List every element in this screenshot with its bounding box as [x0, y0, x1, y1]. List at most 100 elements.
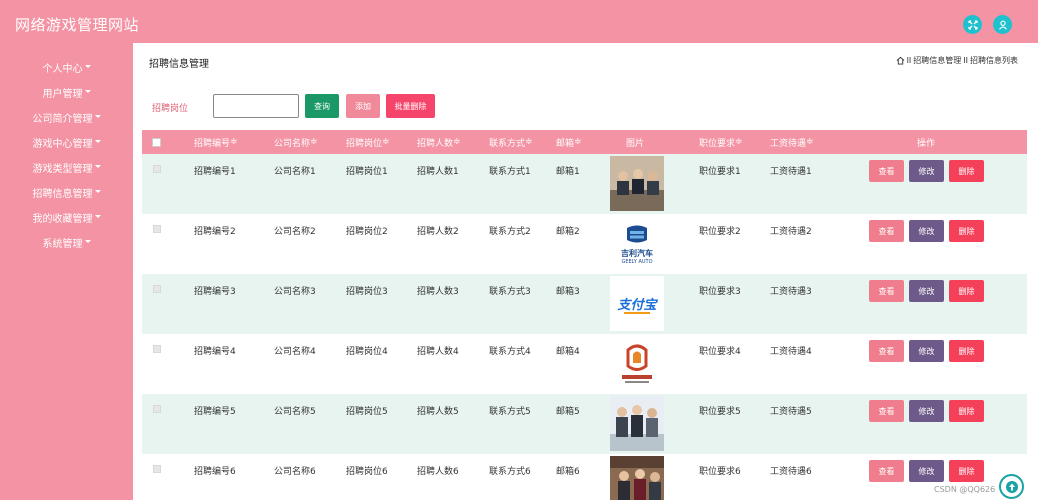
column-header[interactable]: 公司名称 ≑: [274, 130, 318, 154]
cell-salary: 工资待遇3: [770, 287, 812, 297]
column-header[interactable]: 招聘编号 ≑: [194, 130, 238, 154]
cell-company: 公司名称6: [274, 467, 316, 477]
column-header[interactable]: 邮箱 ≑: [556, 130, 582, 154]
cell-contact: 联系方式2: [489, 227, 531, 237]
cell-position: 招聘岗位4: [346, 347, 388, 357]
breadcrumb-item[interactable]: 招聘信息管理: [913, 55, 961, 66]
cell-count: 招聘人数5: [417, 407, 459, 417]
view-button[interactable]: 查看: [869, 220, 904, 242]
sidebar-item-system[interactable]: 系统管理: [0, 232, 133, 252]
cell-salary: 工资待遇5: [770, 407, 812, 417]
view-button[interactable]: 查看: [869, 280, 904, 302]
breadcrumb: II 招聘信息管理 II 招聘信息列表: [896, 55, 1018, 66]
cell-company: 公司名称3: [274, 287, 316, 297]
fullscreen-icon[interactable]: [963, 15, 982, 34]
sidebar-item-game-type[interactable]: 游戏类型管理: [0, 157, 133, 177]
sidebar-item-company-profile[interactable]: 公司简介管理: [0, 107, 133, 127]
column-header: 操作: [917, 138, 936, 149]
cell-company: 公司名称5: [274, 407, 316, 417]
edit-button[interactable]: 修改: [909, 280, 944, 302]
user-icon[interactable]: [993, 15, 1012, 34]
cell-contact: 联系方式5: [489, 407, 531, 417]
cell-id: 招聘编号2: [194, 227, 236, 237]
cell-email: 邮箱6: [556, 467, 580, 477]
select-all-checkbox[interactable]: [152, 130, 161, 154]
view-button[interactable]: 查看: [869, 340, 904, 362]
watermark: CSDN @QQ626: [934, 485, 996, 494]
sidebar-item-recruitment[interactable]: 招聘信息管理: [0, 182, 133, 202]
page-title: 招聘信息管理: [149, 59, 209, 70]
cell-salary: 工资待遇4: [770, 347, 812, 357]
cell-salary: 工资待遇1: [770, 167, 812, 177]
delete-button[interactable]: 删除: [949, 340, 984, 362]
delete-button[interactable]: 删除: [949, 220, 984, 242]
sidebar-item-user-management[interactable]: 用户管理: [0, 82, 133, 102]
caret-down-icon: [94, 164, 101, 168]
logo-text: 支付宝: [617, 298, 657, 313]
edit-button[interactable]: 修改: [909, 340, 944, 362]
delete-button[interactable]: 删除: [949, 400, 984, 422]
cell-salary: 工资待遇6: [770, 467, 812, 477]
cell-position: 招聘岗位6: [346, 467, 388, 477]
cell-contact: 联系方式6: [489, 467, 531, 477]
table-header: 招聘编号 ≑ 公司名称 ≑ 招聘岗位 ≑ 招聘人数 ≑ 联系方式 ≑ 邮箱 ≑ 图片 职位要…: [142, 130, 1027, 154]
sidebar-item-game-center[interactable]: 游戏中心管理: [0, 132, 133, 152]
column-header[interactable]: 职位要求 ≑: [699, 130, 743, 154]
main-content: 招聘信息管理 II 招聘信息管理 II 招聘信息列表 招聘岗位 查询 添加 批量…: [133, 43, 1038, 500]
row-checkbox[interactable]: [153, 405, 161, 413]
logo-subtext: GEELY AUTO: [621, 259, 653, 265]
edit-button[interactable]: 修改: [909, 460, 944, 482]
sidebar-item-label: 招聘信息管理: [32, 188, 93, 200]
cell-id: 招聘编号3: [194, 287, 236, 297]
sidebar-item-label: 我的收藏管理: [32, 213, 93, 225]
query-button[interactable]: 查询: [305, 94, 339, 118]
delete-button[interactable]: 删除: [949, 280, 984, 302]
row-checkbox[interactable]: [153, 465, 161, 473]
sidebar-item-label: 游戏类型管理: [32, 163, 93, 175]
position-search-input[interactable]: [213, 94, 299, 118]
cell-contact: 联系方式3: [489, 287, 531, 297]
cell-id: 招聘编号5: [194, 407, 236, 417]
sidebar-item-my-favorites[interactable]: 我的收藏管理: [0, 207, 133, 227]
table-row: 招聘编号6 公司名称6 招聘岗位6 招聘人数6 联系方式6 邮箱6 职位要求6 …: [142, 454, 1027, 500]
column-header[interactable]: 招聘岗位 ≑: [346, 130, 390, 154]
row-checkbox[interactable]: [153, 225, 161, 233]
column-header[interactable]: 招聘人数 ≑: [417, 130, 461, 154]
cell-email: 邮箱3: [556, 287, 580, 297]
edit-button[interactable]: 修改: [909, 400, 944, 422]
row-checkbox[interactable]: [153, 165, 161, 173]
cell-requirement: 职位要求4: [699, 347, 741, 357]
row-checkbox[interactable]: [153, 285, 161, 293]
sidebar-item-label: 用户管理: [42, 88, 83, 100]
view-button[interactable]: 查看: [869, 460, 904, 482]
cell-requirement: 职位要求5: [699, 407, 741, 417]
cell-position: 招聘岗位3: [346, 287, 388, 297]
sidebar-item-label: 系统管理: [42, 238, 83, 250]
row-checkbox[interactable]: [153, 345, 161, 353]
delete-button[interactable]: 删除: [949, 160, 984, 182]
delete-button[interactable]: 删除: [949, 460, 984, 482]
view-button[interactable]: 查看: [869, 400, 904, 422]
breadcrumb-item[interactable]: 招聘信息列表: [970, 55, 1018, 66]
back-to-top-button[interactable]: [999, 474, 1024, 499]
home-icon[interactable]: [896, 56, 905, 65]
cell-contact: 联系方式1: [489, 167, 531, 177]
cell-requirement: 职位要求6: [699, 467, 741, 477]
cell-company: 公司名称2: [274, 227, 316, 237]
table-row: 招聘编号1 公司名称1 招聘岗位1 招聘人数1 联系方式1 邮箱1 职位要求1 …: [142, 154, 1027, 214]
sidebar-item-personal-center[interactable]: 个人中心: [0, 57, 133, 77]
column-header[interactable]: 工资待遇 ≑: [770, 130, 814, 154]
caret-down-icon: [84, 239, 91, 243]
view-button[interactable]: 查看: [869, 160, 904, 182]
caret-down-icon: [94, 214, 101, 218]
cell-id: 招聘编号6: [194, 467, 236, 477]
arrow-up-icon: [1005, 480, 1018, 493]
batch-delete-button[interactable]: 批量删除: [386, 94, 435, 118]
column-header[interactable]: 联系方式 ≑: [489, 130, 533, 154]
edit-button[interactable]: 修改: [909, 160, 944, 182]
cell-email: 邮箱2: [556, 227, 580, 237]
edit-button[interactable]: 修改: [909, 220, 944, 242]
add-button[interactable]: 添加: [346, 94, 380, 118]
cell-salary: 工资待遇2: [770, 227, 812, 237]
table-row: 招聘编号2 公司名称2 招聘岗位2 招聘人数2 联系方式2 邮箱2 吉利汽车 G…: [142, 214, 1027, 274]
